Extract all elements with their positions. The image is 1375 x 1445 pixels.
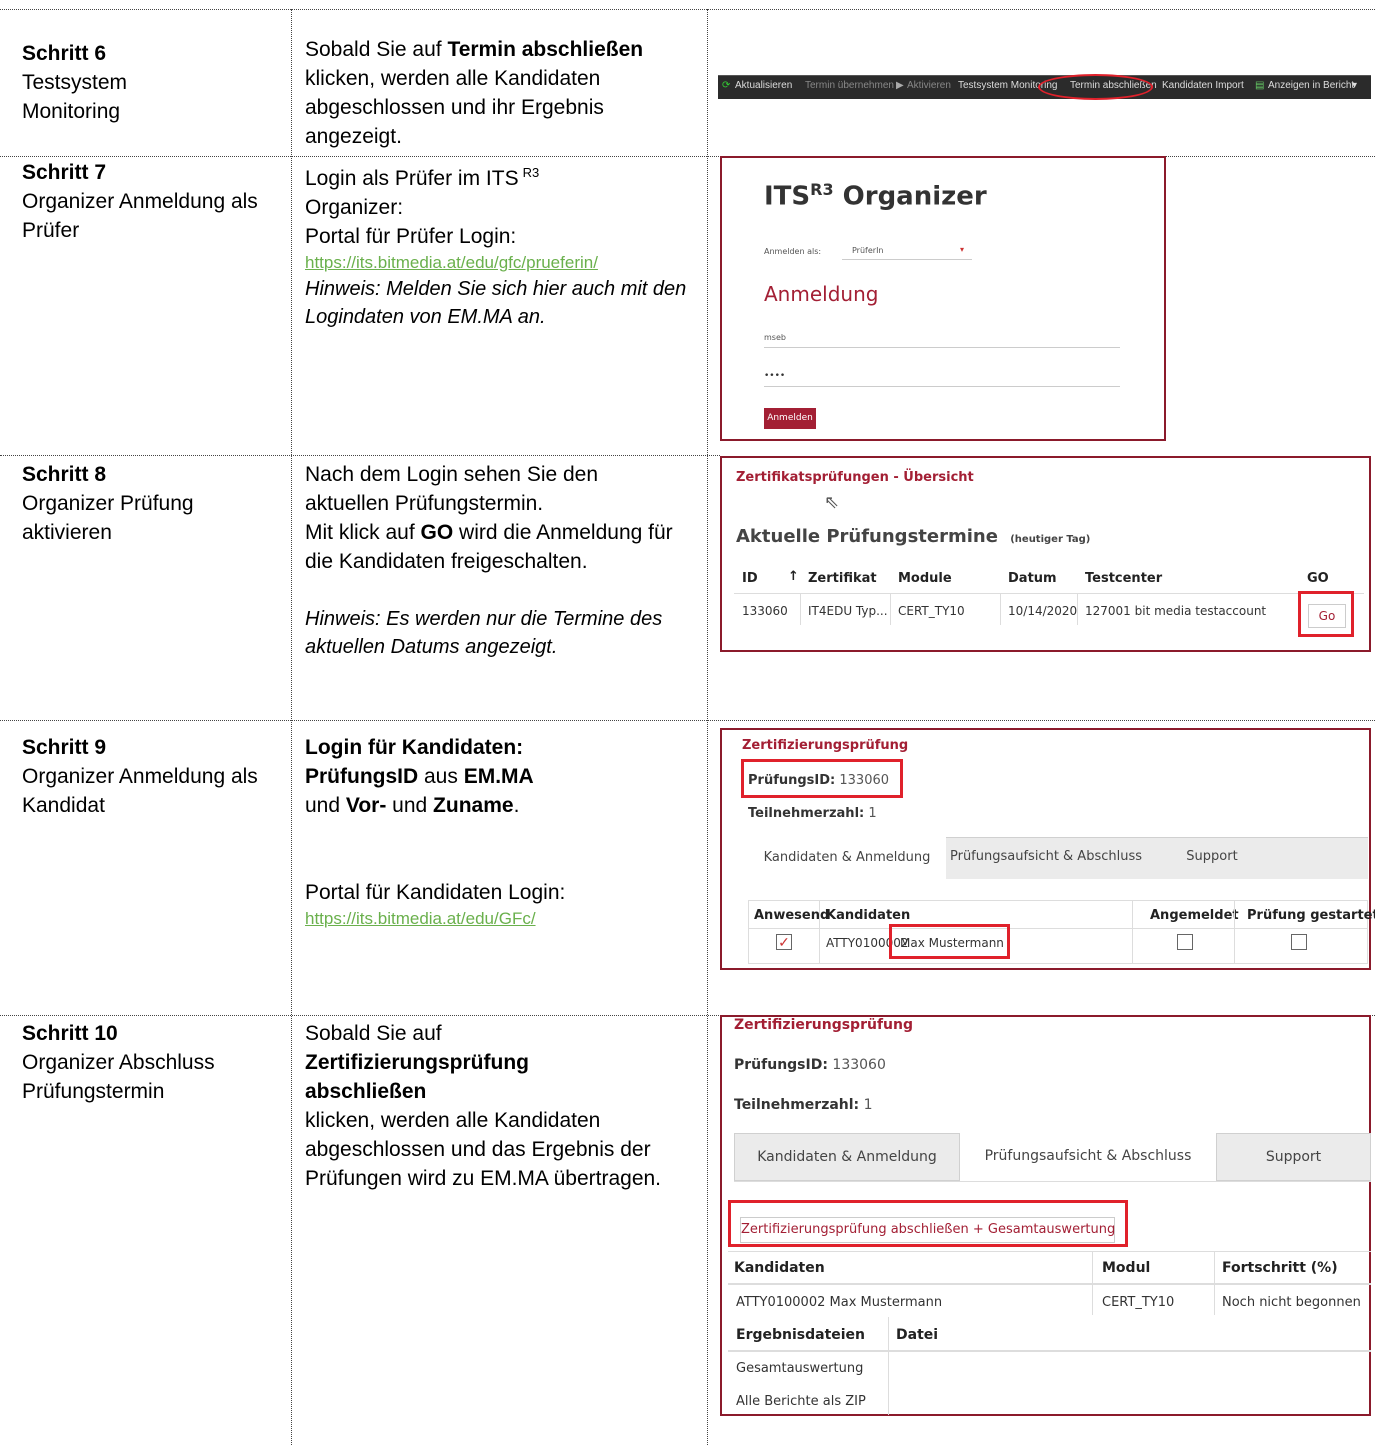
dropdown-arrow-icon[interactable]: ▾: [1352, 80, 1357, 91]
row-divider-7-8: [0, 455, 720, 456]
report-icon: ▤: [1255, 80, 1265, 91]
col-go[interactable]: GO: [1307, 571, 1329, 586]
step10-title: Schritt 10: [22, 1022, 118, 1045]
login-button[interactable]: Anmelden: [764, 408, 816, 429]
row-divider-6-7: [0, 156, 1375, 157]
col-testcenter[interactable]: Testcenter: [1085, 571, 1162, 586]
cell-testcenter: 127001 bit media testaccount: [1085, 604, 1267, 618]
col-divider-2: [707, 9, 708, 1445]
cell-module: CERT_TY10: [898, 604, 965, 618]
highlight-close-button: [728, 1200, 1128, 1247]
step10-label: Schritt 10 Organizer Abschluss Prüfungst…: [22, 1019, 262, 1106]
chevron-down-icon: ▾: [959, 245, 964, 254]
cell-fortschritt: Noch nicht begonnen: [1222, 1295, 1361, 1310]
angemeldet-checkbox[interactable]: [1177, 934, 1193, 950]
step6-description: Sobald Sie auf Termin abschließen klicke…: [305, 38, 644, 148]
tab-kandidaten[interactable]: Kandidaten & Anmeldung: [734, 1133, 960, 1181]
highlight-candidate-name: [889, 924, 1010, 959]
role-select[interactable]: PrüferIn ▾: [842, 240, 972, 260]
toolbar-termin-uebernehmen[interactable]: Termin übernehmen: [805, 80, 894, 91]
gestartet-checkbox[interactable]: [1291, 934, 1307, 950]
tab-pruefungsaufsicht[interactable]: Prüfungsaufsicht & Abschluss: [946, 849, 1146, 864]
toolbar-kandidaten-import[interactable]: Kandidaten Import: [1162, 80, 1244, 91]
col-anwesend: Anwesend: [754, 908, 830, 923]
tab-pruefungsaufsicht[interactable]: Prüfungsaufsicht & Abschluss: [960, 1133, 1216, 1181]
exam2-title: Zertifizierungsprüfung: [734, 1017, 913, 1033]
toolbar-aktivieren[interactable]: Aktivieren: [907, 80, 951, 91]
step6-subtitle: Testsystem Monitoring: [22, 71, 128, 123]
exam2-id: PrüfungsID: 133060: [734, 1057, 886, 1073]
username-field[interactable]: mseb: [764, 333, 1120, 348]
step7-label: Schritt 7 Organizer Anmeldung als Prüfer: [22, 158, 277, 245]
col-module[interactable]: Module: [898, 571, 952, 586]
step7-hint: Hinweis: Melden Sie sich hier auch mit d…: [305, 278, 687, 328]
col-fortschritt: Fortschritt (%): [1222, 1260, 1338, 1276]
password-field[interactable]: ••••: [764, 371, 1120, 387]
col-modul: Modul: [1102, 1260, 1151, 1276]
highlight-pruefungsid: [741, 759, 903, 798]
col-kandidaten: Kandidaten: [734, 1260, 825, 1276]
col-zertifikat[interactable]: Zertifikat: [808, 571, 877, 586]
exam1-title: Zertifizierungsprüfung: [742, 738, 909, 753]
step7-subtitle: Organizer Anmeldung als Prüfer: [22, 190, 258, 242]
play-icon: ▶: [896, 80, 904, 91]
col-divider-1: [291, 9, 292, 1445]
col-id[interactable]: ID: [742, 571, 758, 586]
cell-datum: 10/14/2020: [1008, 604, 1078, 618]
col-pruefung-gestartet: Prüfung gestartet: [1247, 908, 1375, 923]
step10-subtitle: Organizer Abschluss Prüfungstermin: [22, 1051, 215, 1103]
examiner-login-link[interactable]: https://its.bitmedia.at/edu/gfc/prueferi…: [305, 251, 700, 275]
cell-kandidat: ATTY0100002 Max Mustermann: [736, 1295, 943, 1310]
sort-asc-icon[interactable]: ↑: [788, 569, 799, 584]
anwesend-checkbox[interactable]: ✓: [776, 934, 792, 950]
tab-support[interactable]: Support: [1216, 1133, 1371, 1181]
login-screenshot: ITSR3 Organizer Anmelden als: PrüferIn ▾…: [720, 156, 1166, 441]
toolbar-anzeigen-in-bericht[interactable]: Anzeigen in Bericht: [1268, 80, 1354, 91]
tab-kandidaten[interactable]: Kandidaten & Anmeldung: [748, 837, 946, 881]
col-ergebnisdateien: Ergebnisdateien: [736, 1327, 866, 1343]
step7-title: Schritt 7: [22, 161, 107, 184]
cell-id: 133060: [742, 604, 788, 618]
highlight-ellipse: [1038, 74, 1153, 100]
login-heading: Anmeldung: [764, 282, 879, 306]
step8-hint: Hinweis: Es werden nur die Termine des a…: [305, 608, 663, 658]
step8-title: Schritt 8: [22, 463, 107, 486]
overview-heading: Aktuelle Prüfungstermine (heutiger Tag): [736, 526, 1091, 547]
step8-label: Schritt 8 Organizer Prüfung aktivieren: [22, 460, 252, 547]
candidate-portal-label: Portal für Kandidaten Login:: [305, 881, 566, 904]
toolbar-aktualisieren[interactable]: Aktualisieren: [735, 80, 792, 91]
tab-support[interactable]: Support: [1162, 849, 1262, 864]
candidate-login-link[interactable]: https://its.bitmedia.at/edu/GFc/: [305, 907, 700, 931]
cursor-icon: ⇖: [824, 492, 840, 512]
step9-title: Schritt 9: [22, 736, 107, 759]
row-divider-top: [0, 9, 1375, 10]
login-title: ITSR3 Organizer: [764, 180, 987, 212]
table-divider: [734, 593, 1364, 594]
step6-label: Schritt 6 Testsystem Monitoring: [22, 39, 172, 126]
file-gesamtauswertung[interactable]: Gesamtauswertung: [736, 1361, 863, 1376]
exam1-count: Teilnehmerzahl: 1: [748, 806, 877, 821]
step9-label: Schritt 9 Organizer Anmeldung als Kandid…: [22, 733, 277, 820]
step6-title: Schritt 6: [22, 42, 107, 65]
step9-subtitle: Organizer Anmeldung als Kandidat: [22, 765, 258, 817]
exam2-count: Teilnehmerzahl: 1: [734, 1097, 873, 1113]
step8-description: Nach dem Login sehen Sie den aktuellen P…: [305, 460, 685, 661]
row-divider-8-9: [0, 720, 1375, 721]
highlight-go: [1298, 591, 1354, 637]
overview-title: Zertifikatsprüfungen - Übersicht: [736, 470, 974, 485]
col-datum[interactable]: Datum: [1008, 571, 1057, 586]
login-as-label: Anmelden als:: [764, 247, 822, 256]
col-datei: Datei: [896, 1327, 939, 1343]
col-kandidaten: Kandidaten: [826, 908, 911, 923]
refresh-icon[interactable]: ⟳: [722, 80, 730, 91]
overview-screenshot: Zertifikatsprüfungen - Übersicht ⇖ Aktue…: [720, 456, 1371, 652]
step8-subtitle: Organizer Prüfung aktivieren: [22, 492, 194, 544]
col-angemeldet: Angemeldet: [1150, 908, 1239, 923]
file-alle-berichte-zip[interactable]: Alle Berichte als ZIP: [736, 1394, 866, 1409]
cell-modul: CERT_TY10: [1102, 1295, 1175, 1310]
step9-description: Login für Kandidaten: PrüfungsID aus EM.…: [305, 733, 700, 931]
step10-description: Sobald Sie auf Zertifizierungsprüfung ab…: [305, 1022, 662, 1190]
step7-description: Login als Prüfer im ITS R3 Organizer: Por…: [305, 158, 700, 331]
cell-zertifikat: IT4EDU Typ...: [808, 604, 888, 618]
